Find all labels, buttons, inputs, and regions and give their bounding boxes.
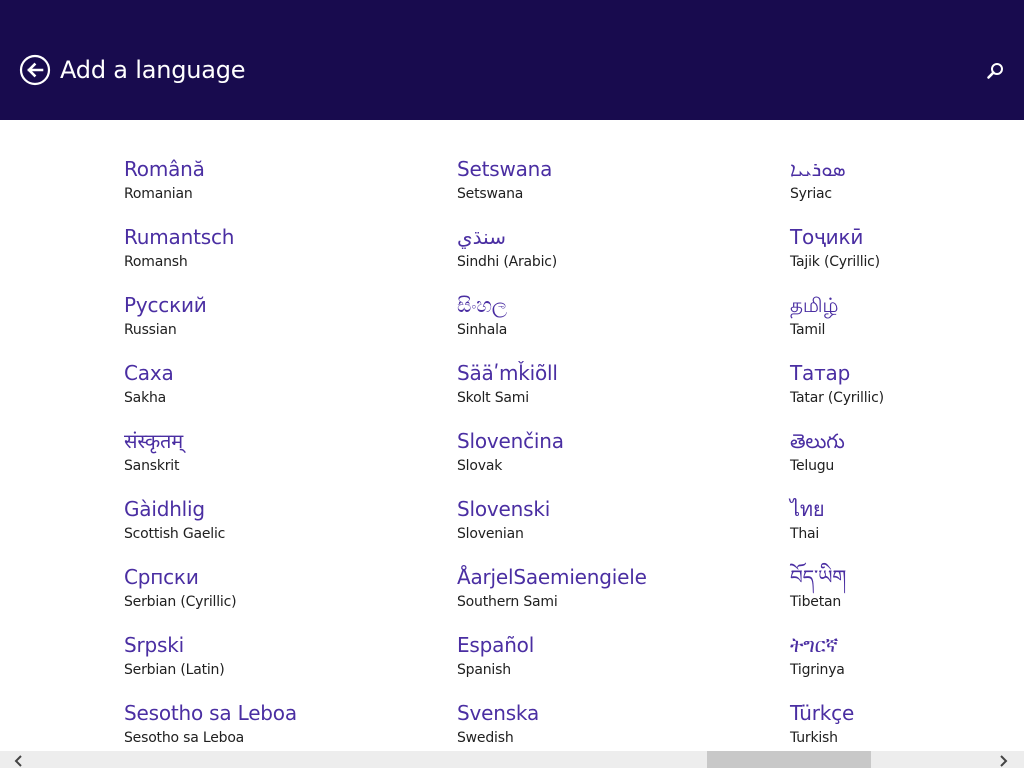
- language-native-name: سنڌي: [457, 225, 506, 249]
- language-item[interactable]: ትግርኛ Tigrinya: [790, 608, 1024, 678]
- language-native-name: ÅarjelSaemiengiele: [457, 565, 647, 589]
- horizontal-scrollbar[interactable]: [0, 751, 1024, 768]
- language-item[interactable]: Sesotho sa Leboa Sesotho sa Leboa: [124, 676, 434, 746]
- language-native-name: Тоҷикӣ: [790, 225, 864, 249]
- language-item[interactable]: සිංහල Sinhala: [457, 268, 767, 338]
- language-item[interactable]: ÅarjelSaemiengiele Southern Sami: [457, 540, 767, 610]
- language-item[interactable]: Svenska Swedish: [457, 676, 767, 746]
- language-native-name: Sääʹmǩiõll: [457, 361, 558, 385]
- language-native-name: Sesotho sa Leboa: [124, 701, 297, 725]
- language-native-name: සිංහල: [457, 293, 507, 317]
- language-native-name: संस्कृतम्: [124, 429, 184, 453]
- language-native-name: Türkçe: [790, 701, 855, 725]
- chevron-left-icon: [14, 755, 22, 767]
- language-native-name: ܣܘܪܝܝܐ: [790, 157, 846, 181]
- language-english-name: Turkish: [790, 730, 838, 746]
- scrollbar-thumb[interactable]: [707, 751, 871, 768]
- language-item[interactable]: Slovenski Slovenian: [457, 472, 767, 542]
- language-list: Română Romanian Rumantsch Romansh Русский Rus…: [0, 120, 1024, 751]
- page-title: Add a language: [60, 56, 246, 84]
- language-native-name: Татар: [790, 361, 851, 385]
- language-item[interactable]: བོད་ཡིག Tibetan: [790, 540, 1024, 610]
- language-native-name: Srpski: [124, 633, 184, 657]
- language-item[interactable]: Srpski Serbian (Latin): [124, 608, 434, 678]
- language-native-name: Rumantsch: [124, 225, 235, 249]
- language-item[interactable]: Саха Sakha: [124, 336, 434, 406]
- language-native-name: Gàidhlig: [124, 497, 205, 521]
- scroll-left-button[interactable]: [12, 753, 26, 767]
- search-icon: [987, 63, 1003, 79]
- scroll-right-button[interactable]: [996, 753, 1010, 767]
- language-native-name: Саха: [124, 361, 174, 385]
- language-item[interactable]: ไทย Thai: [790, 472, 1024, 542]
- back-button[interactable]: [19, 54, 51, 86]
- language-item[interactable]: Español Spanish: [457, 608, 767, 678]
- language-native-name: Slovenski: [457, 497, 551, 521]
- language-native-name: తెలుగు: [790, 429, 845, 453]
- language-native-name: ትግርኛ: [790, 633, 839, 657]
- language-item[interactable]: संस्कृतम् Sanskrit: [124, 404, 434, 474]
- search-button[interactable]: [984, 60, 1006, 82]
- chevron-right-icon: [1000, 755, 1008, 767]
- language-item[interactable]: Татар Tatar (Cyrillic): [790, 336, 1024, 406]
- language-native-name: Español: [457, 633, 535, 657]
- language-item[interactable]: ܣܘܪܝܝܐ Syriac: [790, 132, 1024, 202]
- language-item[interactable]: سنڌي Sindhi (Arabic): [457, 200, 767, 270]
- language-native-name: Setswana: [457, 157, 553, 181]
- language-english-name: Sesotho sa Leboa: [124, 730, 245, 746]
- language-item[interactable]: தமிழ் Tamil: [790, 268, 1024, 338]
- language-native-name: Српски: [124, 565, 199, 589]
- language-item[interactable]: Sääʹmǩiõll Skolt Sami: [457, 336, 767, 406]
- back-arrow-circle-icon: [19, 54, 51, 86]
- language-native-name: Slovenčina: [457, 429, 564, 453]
- language-item[interactable]: Română Romanian: [124, 132, 434, 202]
- language-item[interactable]: తెలుగు Telugu: [790, 404, 1024, 474]
- app-header: Add a language: [0, 0, 1024, 120]
- language-native-name: Русский: [124, 293, 207, 317]
- language-native-name: Svenska: [457, 701, 540, 725]
- language-native-name: ไทย: [790, 497, 825, 521]
- language-native-name: Română: [124, 157, 205, 181]
- language-native-name: བོད་ཡིག: [790, 565, 847, 589]
- language-native-name: தமிழ்: [790, 293, 839, 317]
- language-item[interactable]: Türkçe Turkish: [790, 676, 1024, 746]
- language-english-name: Swedish: [457, 730, 514, 746]
- language-item[interactable]: Тоҷикӣ Tajik (Cyrillic): [790, 200, 1024, 270]
- language-item[interactable]: Slovenčina Slovak: [457, 404, 767, 474]
- language-item[interactable]: Rumantsch Romansh: [124, 200, 434, 270]
- language-item[interactable]: Српски Serbian (Cyrillic): [124, 540, 434, 610]
- language-item[interactable]: Русский Russian: [124, 268, 434, 338]
- language-item[interactable]: Setswana Setswana: [457, 132, 767, 202]
- language-item[interactable]: Gàidhlig Scottish Gaelic: [124, 472, 434, 542]
